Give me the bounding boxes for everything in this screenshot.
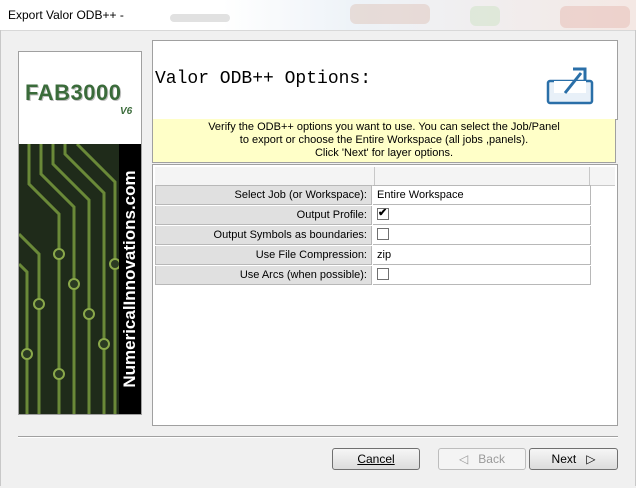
option-row-select-job: Select Job (or Workspace): Entire Worksp… xyxy=(155,185,591,206)
pcb-image xyxy=(19,142,121,414)
chevron-left-icon: ◁ xyxy=(459,452,469,466)
background-blur xyxy=(560,6,630,28)
back-button[interactable]: ◁ Back xyxy=(438,448,526,470)
option-label: Use File Compression: xyxy=(155,246,372,265)
vertical-brand-text: NumericalInnovations.com xyxy=(120,170,139,388)
header-panel: Valor ODB++ Options: xyxy=(152,40,618,120)
brand-name: FAB3000 xyxy=(25,80,122,105)
title-bar: Export Valor ODB++ - xyxy=(0,0,636,31)
window-title: Export Valor ODB++ - xyxy=(8,8,124,22)
option-label: Use Arcs (when possible): xyxy=(155,266,372,285)
option-row-output-profile: Output Profile: ✔ xyxy=(155,206,591,226)
grid-header-col-value xyxy=(375,167,590,185)
grid-header-col-name xyxy=(155,167,375,185)
option-label: Select Job (or Workspace): xyxy=(155,185,372,205)
page-title: Valor ODB++ Options: xyxy=(155,69,372,89)
next-button[interactable]: Next ▷ xyxy=(529,448,618,470)
file-compression-field[interactable]: zip xyxy=(373,246,591,265)
footer-separator xyxy=(18,436,618,438)
background-blur xyxy=(350,4,430,24)
background-blur xyxy=(470,6,500,26)
pcb-traces-graphic xyxy=(19,142,121,414)
vertical-brand-strip: NumericalInnovations.com xyxy=(119,144,141,414)
cancel-button-label: Cancel xyxy=(357,452,395,466)
export-icon xyxy=(546,67,594,105)
output-profile-cell: ✔ xyxy=(373,206,591,225)
option-row-output-symbols: Output Symbols as boundaries: xyxy=(155,226,591,246)
option-label: Output Symbols as boundaries: xyxy=(155,226,372,245)
output-profile-checkbox[interactable]: ✔ xyxy=(377,207,389,221)
next-button-label: Next xyxy=(551,452,577,466)
chevron-right-icon: ▷ xyxy=(586,452,596,466)
instructions-line-2: to export or choose the Entire Workspace… xyxy=(239,134,529,146)
back-button-label: Back xyxy=(478,452,505,466)
background-blur xyxy=(170,14,230,22)
checkmark-icon: ✔ xyxy=(378,207,388,220)
options-grid: Select Job (or Workspace): Entire Worksp… xyxy=(152,164,618,426)
side-branding-panel: FAB3000 V6 NumericalInnovations.com xyxy=(18,51,142,415)
use-arcs-checkbox[interactable] xyxy=(377,268,389,281)
grid-header xyxy=(155,167,615,186)
instructions-box: Verify the ODB++ options you want to use… xyxy=(152,119,616,163)
instructions-line-1: Verify the ODB++ options you want to use… xyxy=(208,121,560,133)
use-arcs-cell xyxy=(373,266,591,285)
brand-version: V6 xyxy=(120,106,133,117)
instructions-line-3: Click 'Next' for layer options. xyxy=(314,147,454,159)
option-label: Output Profile: xyxy=(155,206,372,225)
output-symbols-cell xyxy=(373,226,591,245)
select-job-field[interactable]: Entire Workspace xyxy=(373,185,591,205)
option-row-use-arcs: Use Arcs (when possible): xyxy=(155,266,591,286)
output-symbols-checkbox[interactable] xyxy=(377,228,389,241)
option-row-file-compression: Use File Compression: zip xyxy=(155,246,591,266)
cancel-button[interactable]: Cancel xyxy=(332,448,420,470)
brand-logo: FAB3000 V6 xyxy=(19,52,141,144)
